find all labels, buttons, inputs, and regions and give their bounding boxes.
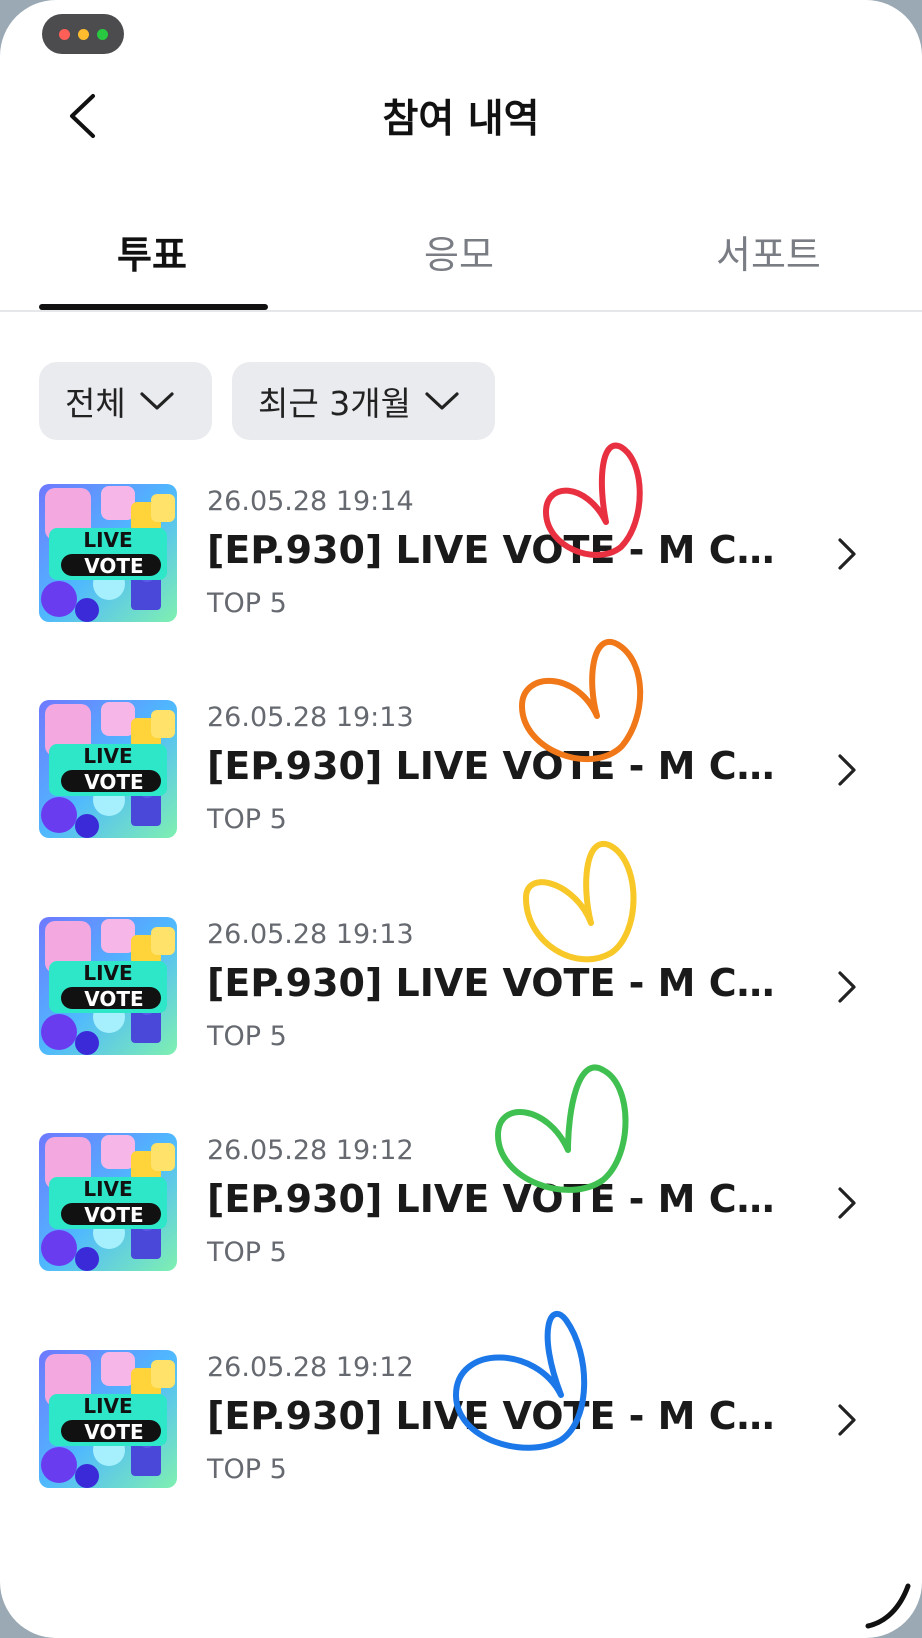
vote-thumbnail: LIVE VOTE bbox=[39, 917, 177, 1055]
category-filter-label: 전체 bbox=[65, 384, 126, 423]
zoom-dot[interactable] bbox=[96, 28, 108, 40]
page-title: 참여 내역 bbox=[382, 97, 540, 142]
chevron-right-icon bbox=[838, 1187, 856, 1219]
minimize-dot[interactable] bbox=[77, 28, 89, 40]
window-controls bbox=[42, 14, 124, 54]
category-filter-dropdown[interactable]: 전체 bbox=[39, 362, 212, 440]
chevron-right-icon bbox=[838, 538, 856, 570]
thumbnail-live-text: LIVE bbox=[83, 1394, 133, 1418]
item-date: 26.05.28 19:13 bbox=[207, 919, 414, 950]
item-rank: TOP 5 bbox=[207, 1454, 287, 1485]
chevron-right-icon bbox=[838, 1404, 856, 1436]
chevron-down-icon bbox=[140, 392, 174, 410]
thumbnail-vote-text: VOTE bbox=[84, 987, 144, 1011]
period-filter-dropdown[interactable]: 최근 3개월 bbox=[232, 362, 495, 440]
list-item[interactable]: LIVE VOTE 26.05.28 19:12 [EP.930] LIVE V… bbox=[0, 1133, 922, 1283]
chevron-right-icon bbox=[838, 971, 856, 1003]
list-item[interactable]: LIVE VOTE 26.05.28 19:12 [EP.930] LIVE V… bbox=[0, 1350, 922, 1500]
tab-vote[interactable]: 투표 bbox=[117, 224, 187, 279]
thumbnail-live-text: LIVE bbox=[83, 961, 133, 985]
chevron-down-icon bbox=[425, 392, 459, 410]
app-screen: 참여 내역 투표 응모 서포트 전체 최근 3개월 LIVE VOTE 26.0… bbox=[0, 0, 922, 1638]
close-dot[interactable] bbox=[58, 28, 70, 40]
thumbnail-vote-text: VOTE bbox=[84, 1203, 144, 1227]
item-rank: TOP 5 bbox=[207, 804, 287, 835]
resize-handle-icon[interactable] bbox=[864, 1580, 912, 1630]
period-filter-label: 최근 3개월 bbox=[258, 384, 411, 423]
tab-support[interactable]: 서포트 bbox=[716, 224, 821, 279]
active-tab-indicator bbox=[39, 304, 268, 310]
item-date: 26.05.28 19:12 bbox=[207, 1352, 414, 1383]
item-rank: TOP 5 bbox=[207, 1237, 287, 1268]
item-date: 26.05.28 19:12 bbox=[207, 1135, 414, 1166]
item-date: 26.05.28 19:14 bbox=[207, 486, 414, 517]
chevron-right-icon bbox=[838, 754, 856, 786]
vote-thumbnail: LIVE VOTE bbox=[39, 1350, 177, 1488]
thumbnail-live-text: LIVE bbox=[83, 528, 133, 552]
thumbnail-live-text: LIVE bbox=[83, 744, 133, 768]
item-rank: TOP 5 bbox=[207, 1021, 287, 1052]
thumbnail-vote-text: VOTE bbox=[84, 554, 144, 578]
vote-thumbnail: LIVE VOTE bbox=[39, 1133, 177, 1271]
item-title: [EP.930] LIVE VOTE - M COUNTDOWN bbox=[207, 1177, 787, 1221]
list-item[interactable]: LIVE VOTE 26.05.28 19:14 [EP.930] LIVE V… bbox=[0, 484, 922, 634]
tab-entry[interactable]: 응모 bbox=[424, 224, 494, 279]
thumbnail-vote-text: VOTE bbox=[84, 1420, 144, 1444]
item-rank: TOP 5 bbox=[207, 588, 287, 619]
item-title: [EP.930] LIVE VOTE - M COUNTDOWN bbox=[207, 528, 787, 572]
list-item[interactable]: LIVE VOTE 26.05.28 19:13 [EP.930] LIVE V… bbox=[0, 700, 922, 850]
item-title: [EP.930] LIVE VOTE - M COUNTDOWN bbox=[207, 1394, 787, 1438]
thumbnail-live-text: LIVE bbox=[83, 1177, 133, 1201]
vote-thumbnail: LIVE VOTE bbox=[39, 484, 177, 622]
list-item[interactable]: LIVE VOTE 26.05.28 19:13 [EP.930] LIVE V… bbox=[0, 917, 922, 1067]
tab-bar: 투표 응모 서포트 bbox=[0, 214, 922, 312]
item-title: [EP.930] LIVE VOTE - M COUNTDOWN bbox=[207, 961, 787, 1005]
item-title: [EP.930] LIVE VOTE - M COUNTDOWN bbox=[207, 744, 787, 788]
thumbnail-vote-text: VOTE bbox=[84, 770, 144, 794]
vote-thumbnail: LIVE VOTE bbox=[39, 700, 177, 838]
item-date: 26.05.28 19:13 bbox=[207, 702, 414, 733]
